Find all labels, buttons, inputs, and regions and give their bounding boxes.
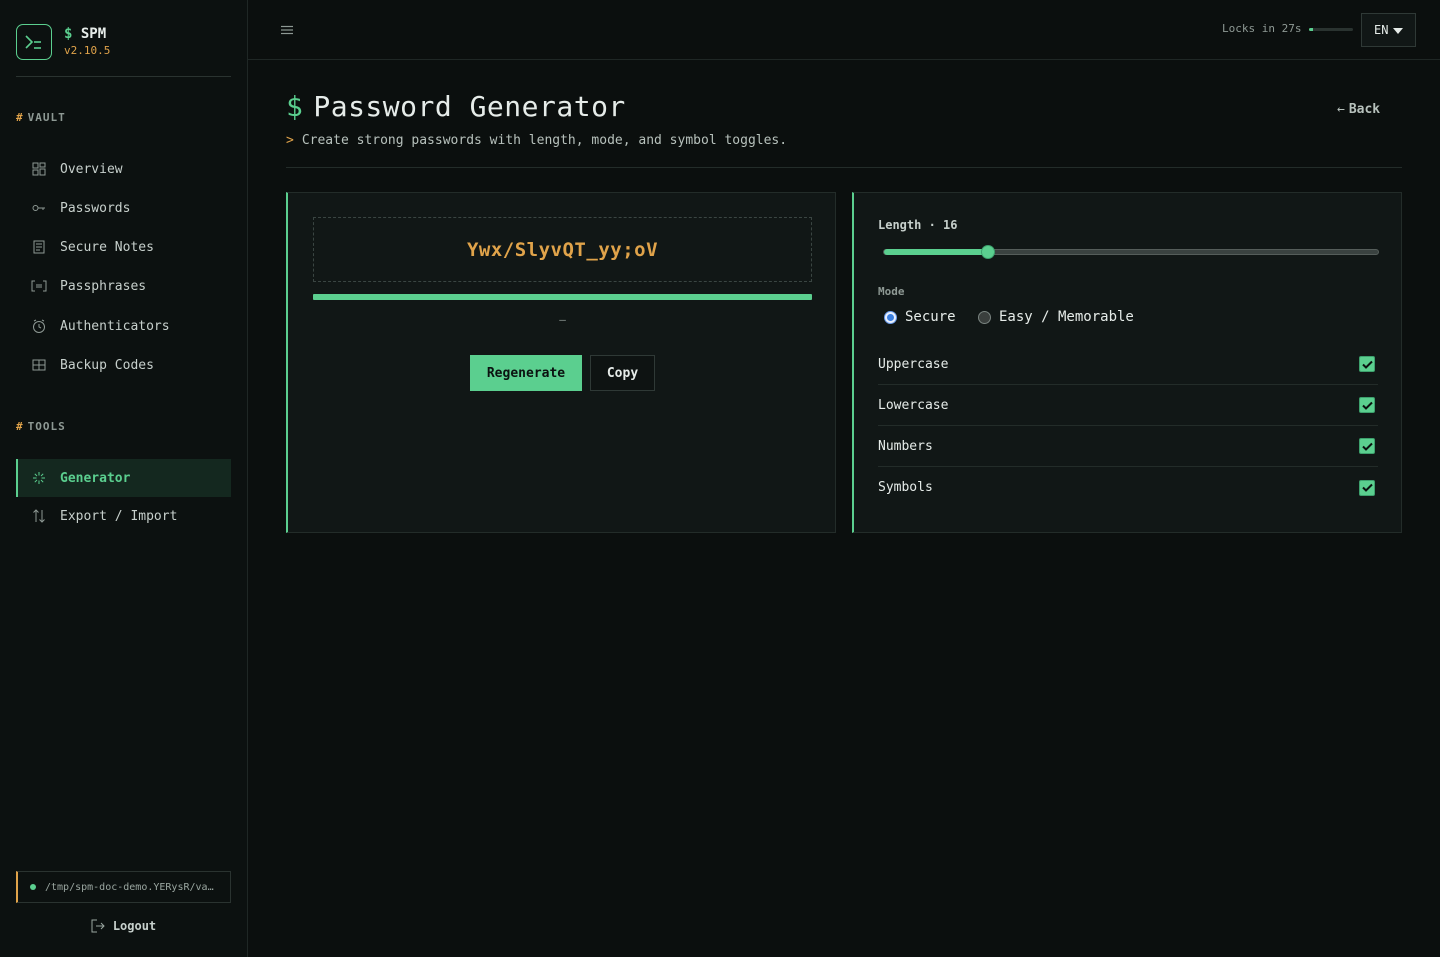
key-icon (16, 203, 60, 213)
status-dot (30, 884, 36, 890)
sidebar-item-export-import[interactable]: Export / Import (16, 497, 231, 535)
checkbox-symbols[interactable] (1359, 479, 1375, 496)
back-label: Back (1348, 102, 1381, 117)
auto-lock-progress-fill (1309, 28, 1314, 31)
length-slider[interactable] (883, 245, 1379, 259)
auto-lock-timer: Locks in 27s (1222, 22, 1302, 35)
check-icon (1361, 360, 1373, 369)
toggle-uppercase[interactable]: Uppercase (878, 344, 1378, 385)
mode-option-label: Easy / Memorable (999, 309, 1134, 325)
section-title-tools: # TOOLS (16, 420, 66, 433)
checkbox-numbers[interactable] (1359, 438, 1375, 454)
checkbox-lowercase[interactable] (1359, 397, 1375, 413)
terminal-logo-icon (16, 24, 52, 60)
sidebar-item-passphrases[interactable]: Passphrases (16, 267, 231, 305)
length-slider-thumb[interactable] (980, 245, 995, 259)
mode-option-label: Secure (905, 309, 956, 325)
grid-icon (16, 162, 60, 176)
brand-name-text: SPM (80, 26, 107, 42)
app-name: $ SPM (64, 26, 106, 42)
logout-icon (91, 919, 105, 933)
toggle-label: Symbols (878, 480, 933, 495)
check-icon (1361, 442, 1373, 451)
options-card: Length · 16 Mode Secure Easy / Memorable… (852, 192, 1402, 533)
toggle-label: Numbers (878, 438, 933, 454)
strength-meter-fill (313, 294, 812, 300)
note-icon (16, 240, 60, 254)
password-output-card: Ywx/SlyvQT_yy;oV – Regenerate Copy (286, 192, 836, 533)
hamburger-icon (281, 25, 293, 35)
swap-arrows-icon (16, 509, 60, 523)
sidebar-item-label: Authenticators (60, 318, 170, 334)
arrow-left-icon: ← (1337, 102, 1345, 117)
header-divider (286, 167, 1402, 168)
subtitle-prompt: > (286, 133, 294, 148)
toggle-numbers[interactable]: Numbers (878, 426, 1378, 467)
language-select[interactable]: EN (1361, 13, 1416, 47)
page-subtitle-text: Create strong passwords with length, mod… (301, 133, 788, 148)
app-version: v2.10.5 (64, 44, 111, 57)
mode-label: Mode (878, 285, 905, 298)
sidebar-item-overview[interactable]: Overview (16, 150, 231, 188)
table-icon (16, 359, 60, 371)
sidebar-item-label: Generator (60, 470, 131, 486)
sidebar-item-label: Export / Import (60, 508, 178, 524)
sparkle-icon (16, 471, 60, 485)
back-button[interactable]: ← Back (1337, 102, 1380, 117)
sidebar-item-label: Overview (60, 161, 123, 177)
section-hash: # (16, 111, 24, 124)
brand: $ SPM v2.10.5 (16, 24, 231, 77)
sidebar-item-label: Passwords (60, 200, 131, 216)
sidebar-item-label: Passphrases (60, 278, 147, 294)
strength-meter (313, 294, 812, 300)
section-hash: # (16, 420, 24, 433)
vault-path-indicator: /tmp/spm-doc-demo.YERysR/vault.db (16, 871, 231, 903)
section-title-vault: # VAULT (16, 111, 66, 124)
title-prompt: $ (286, 90, 304, 123)
page-subtitle: > Create strong passwords with length, mo… (286, 133, 787, 148)
logout-button[interactable]: Logout (16, 914, 231, 938)
vault-path: /tmp/spm-doc-demo.YERysR/vault.db (45, 881, 217, 893)
radio-easy[interactable] (978, 310, 991, 324)
bracket-icon (16, 280, 60, 292)
chevron-down-icon (1393, 28, 1403, 34)
sidebar: $ SPM v2.10.5 # VAULT Overview Passwords … (0, 0, 248, 957)
check-icon (1361, 483, 1373, 492)
section-title-text: VAULT (27, 111, 66, 124)
logout-label: Logout (112, 919, 157, 933)
generated-password[interactable]: Ywx/SlyvQT_yy;oV (313, 217, 812, 282)
toggle-label: Uppercase (878, 356, 949, 372)
strength-label: – (559, 313, 566, 326)
topbar: Locks in 27s EN (248, 0, 1440, 60)
page-title: $ Password Generator (286, 90, 626, 123)
menu-toggle-button[interactable] (278, 22, 296, 38)
copy-button[interactable]: Copy (590, 355, 655, 391)
toggle-symbols[interactable]: Symbols (878, 467, 1378, 508)
sidebar-item-passwords[interactable]: Passwords (16, 189, 231, 227)
language-value: EN (1374, 23, 1389, 37)
brand-prompt: $ (64, 26, 73, 42)
length-label: Length · 16 (878, 218, 958, 232)
sidebar-item-backup-codes[interactable]: Backup Codes (16, 346, 231, 384)
toggle-label: Lowercase (878, 397, 949, 413)
mode-option-easy[interactable]: Easy / Memorable (978, 309, 1134, 325)
sidebar-item-secure-notes[interactable]: Secure Notes (16, 228, 231, 266)
toggle-lowercase[interactable]: Lowercase (878, 385, 1378, 426)
length-slider-fill (884, 249, 988, 255)
clock-icon (16, 319, 60, 333)
sidebar-item-generator[interactable]: Generator (16, 459, 231, 497)
page-title-text: Password Generator (313, 90, 626, 123)
sidebar-item-label: Backup Codes (60, 357, 154, 373)
checkbox-uppercase[interactable] (1359, 356, 1375, 372)
regenerate-button[interactable]: Regenerate (470, 355, 582, 391)
section-title-text: TOOLS (27, 420, 66, 433)
mode-option-secure[interactable]: Secure (884, 309, 956, 325)
check-icon (1361, 401, 1373, 410)
sidebar-item-authenticators[interactable]: Authenticators (16, 307, 231, 345)
radio-secure[interactable] (884, 310, 897, 324)
auto-lock-progress (1309, 28, 1353, 31)
sidebar-item-label: Secure Notes (60, 239, 154, 255)
